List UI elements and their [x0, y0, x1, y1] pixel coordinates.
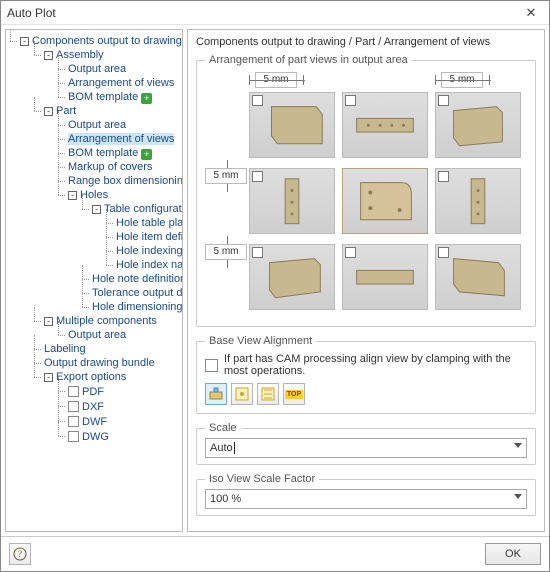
- cam-align-checkbox[interactable]: [205, 359, 218, 372]
- tree-node[interactable]: BOM template: [68, 91, 138, 103]
- tree-node[interactable]: DXF: [82, 401, 104, 413]
- align-option-2[interactable]: [231, 383, 253, 405]
- breadcrumb: Components output to drawing / Part / Ar…: [196, 36, 536, 48]
- tree-node[interactable]: Components output to drawing: [32, 35, 182, 47]
- scale-combo[interactable]: Auto: [205, 438, 527, 458]
- dialog-body: -Components output to drawing -Assembly …: [1, 25, 549, 536]
- align-option-top[interactable]: TOP: [283, 383, 305, 405]
- arrangement-body: 5 mm 5 mm 5 mm 5 mm: [205, 72, 527, 318]
- auto-plot-window: Auto Plot ✕ -Components output to drawin…: [0, 0, 550, 572]
- collapse-icon[interactable]: -: [20, 37, 29, 46]
- collapse-icon[interactable]: -: [92, 205, 101, 214]
- tree-node[interactable]: Tolerance output definitio: [92, 287, 183, 299]
- scale-value: Auto: [210, 442, 233, 454]
- svg-text:?: ?: [18, 549, 22, 559]
- tree-node[interactable]: DWG: [82, 431, 109, 443]
- iso-combo[interactable]: 100 %: [205, 489, 527, 509]
- checkbox-icon[interactable]: [68, 386, 79, 397]
- tree-node[interactable]: Part: [56, 105, 76, 117]
- top-badge-icon: TOP: [285, 390, 303, 399]
- align-option-1[interactable]: [205, 383, 227, 405]
- view-thumb-center[interactable]: [342, 168, 428, 234]
- arrangement-group: Arrangement of part views in output area…: [196, 54, 536, 327]
- iso-group: Iso View Scale Factor 100 %: [196, 473, 536, 516]
- window-title: Auto Plot: [7, 6, 519, 20]
- margin-left-upper-field[interactable]: 5 mm: [205, 168, 247, 184]
- base-view-group: Base View Alignment If part has CAM proc…: [196, 335, 536, 414]
- tree-node[interactable]: Output area: [68, 63, 126, 75]
- view-thumb-bottom-center[interactable]: [342, 244, 428, 310]
- tree-node[interactable]: Hole note definition: [92, 273, 183, 285]
- margin-left-lower-field[interactable]: 5 mm: [205, 244, 247, 260]
- tree-node[interactable]: Hole dimensioning: [92, 301, 183, 313]
- settings-tree[interactable]: -Components output to drawing -Assembly …: [8, 34, 180, 444]
- view-thumb-bottom-left[interactable]: [249, 244, 335, 310]
- align-option-3[interactable]: [257, 383, 279, 405]
- collapse-icon[interactable]: -: [44, 51, 53, 60]
- cam-align-label: If part has CAM processing align view by…: [224, 353, 527, 377]
- help-icon: ?: [13, 547, 27, 561]
- tree-node-selected[interactable]: Arrangement of views: [68, 133, 174, 145]
- checkbox-icon[interactable]: [68, 416, 79, 427]
- tree-node[interactable]: Labeling: [44, 343, 86, 355]
- titlebar: Auto Plot ✕: [1, 1, 549, 25]
- view-thumb-top-left[interactable]: [249, 92, 335, 158]
- tree-node[interactable]: Table configuration: [104, 203, 183, 215]
- tree-node[interactable]: Hole table placement: [116, 217, 183, 229]
- collapse-icon[interactable]: -: [44, 317, 53, 326]
- tree-node[interactable]: BOM template: [68, 147, 138, 159]
- ok-label: OK: [505, 548, 521, 560]
- view-thumb-bottom-right[interactable]: [435, 244, 521, 310]
- tree-node[interactable]: Arrangement of views: [68, 77, 174, 89]
- tree-node[interactable]: Hole item definition: [116, 231, 183, 243]
- plus-badge-icon: +: [141, 149, 152, 160]
- tree-pane: -Components output to drawing -Assembly …: [5, 29, 183, 532]
- text-cursor-icon: [234, 442, 235, 454]
- ok-button[interactable]: OK: [485, 543, 541, 565]
- tree-node[interactable]: Export options: [56, 371, 126, 383]
- tree-node[interactable]: Range box dimensioning: [68, 175, 183, 187]
- view-thumb-mid-right[interactable]: [435, 168, 521, 234]
- tree-node[interactable]: PDF: [82, 386, 104, 398]
- tree-node[interactable]: Output area: [68, 329, 126, 341]
- close-icon: ✕: [526, 5, 537, 21]
- tree-node[interactable]: Markup of covers: [68, 161, 152, 173]
- align-icon-row: TOP: [205, 383, 527, 405]
- help-button[interactable]: ?: [9, 543, 31, 565]
- scale-group: Scale Auto: [196, 422, 536, 465]
- arrangement-legend: Arrangement of part views in output area: [205, 54, 412, 66]
- tree-node[interactable]: Output drawing bundle: [44, 357, 155, 369]
- collapse-icon[interactable]: -: [44, 373, 53, 382]
- scale-legend: Scale: [205, 422, 241, 434]
- tree-node[interactable]: Hole indexing by side a: [116, 245, 183, 257]
- tree-node[interactable]: Assembly: [56, 49, 104, 61]
- tree-node[interactable]: DWF: [82, 416, 107, 428]
- chevron-down-icon: [514, 494, 522, 499]
- view-thumb-top-center[interactable]: [342, 92, 428, 158]
- base-view-legend: Base View Alignment: [205, 335, 316, 347]
- view-thumb-top-right[interactable]: [435, 92, 521, 158]
- close-button[interactable]: ✕: [519, 4, 543, 22]
- footer: ? OK: [1, 536, 549, 571]
- content-pane: Components output to drawing / Part / Ar…: [187, 29, 545, 532]
- chevron-down-icon: [514, 443, 522, 448]
- collapse-icon[interactable]: -: [44, 107, 53, 116]
- collapse-icon[interactable]: -: [68, 191, 77, 200]
- tree-node[interactable]: Holes: [80, 189, 108, 201]
- checkbox-icon[interactable]: [68, 401, 79, 412]
- tree-node[interactable]: Output area: [68, 119, 126, 131]
- checkbox-icon[interactable]: [68, 431, 79, 442]
- tree-node[interactable]: Multiple components: [56, 315, 157, 327]
- tree-node[interactable]: Hole index name reser: [116, 259, 183, 271]
- iso-value: 100 %: [210, 493, 241, 505]
- plus-badge-icon: +: [141, 93, 152, 104]
- iso-legend: Iso View Scale Factor: [205, 473, 319, 485]
- view-thumb-mid-left[interactable]: [249, 168, 335, 234]
